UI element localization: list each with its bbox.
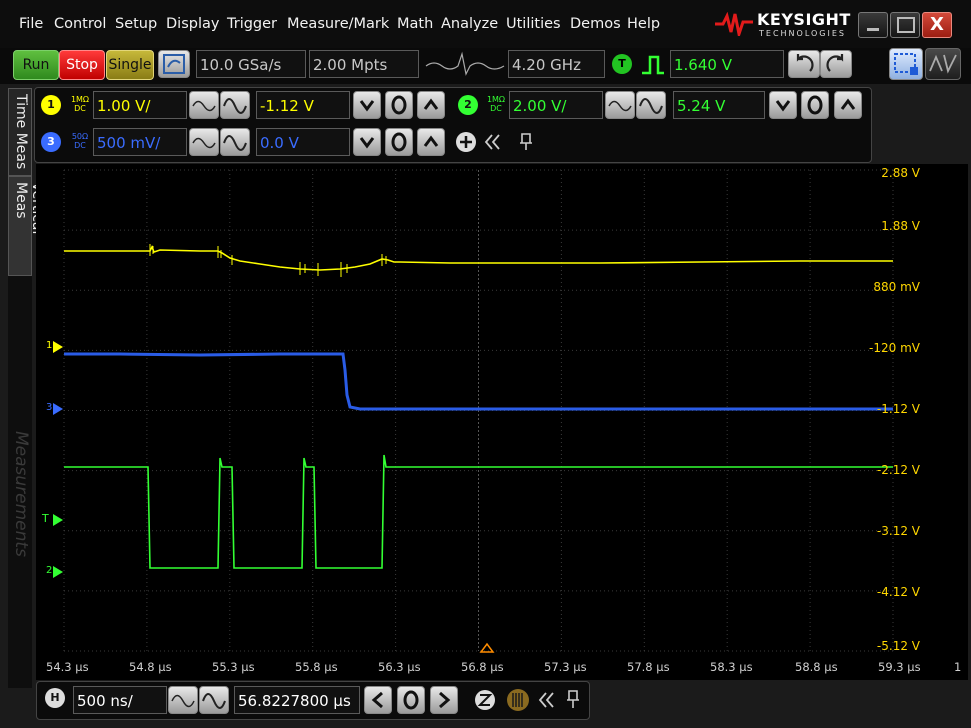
timebase-coarse-button[interactable] bbox=[199, 686, 229, 714]
x-axis-label: 56.3 µs bbox=[378, 660, 421, 674]
y-axis-label: -2.12 V bbox=[876, 463, 920, 477]
collapse-horizontal-icon[interactable] bbox=[536, 688, 558, 712]
x-axis-end-label: 1 bbox=[954, 660, 962, 674]
chevron-right-icon bbox=[439, 691, 451, 709]
y-axis-label: -120 mV bbox=[869, 341, 920, 355]
y-axis-label: -5.12 V bbox=[876, 639, 920, 653]
horizontal-button[interactable]: H bbox=[45, 688, 65, 708]
zoom-icon[interactable] bbox=[473, 688, 497, 712]
chevron-left-icon bbox=[371, 691, 383, 709]
y-axis-label: -4.12 V bbox=[876, 585, 920, 599]
x-axis-label: 59.3 µs bbox=[878, 660, 921, 674]
channel-1-marker-label: 1 bbox=[46, 340, 53, 351]
trigger-level-marker[interactable] bbox=[53, 514, 63, 526]
channel-2-marker-label: 2 bbox=[46, 565, 53, 576]
y-axis-label: -1.12 V bbox=[876, 402, 920, 416]
position-right-button[interactable] bbox=[430, 686, 458, 714]
zero-icon bbox=[403, 690, 419, 710]
x-axis-label: 56.8 µs bbox=[461, 660, 504, 674]
x-axis-label: 54.3 µs bbox=[46, 660, 89, 674]
y-axis-label: 1.88 V bbox=[881, 219, 920, 233]
x-axis-label: 58.8 µs bbox=[795, 660, 838, 674]
position-zero-button[interactable] bbox=[397, 686, 425, 714]
x-axis-label: 57.8 µs bbox=[627, 660, 670, 674]
trigger-marker-label: T bbox=[42, 512, 49, 525]
x-axis-label: 55.8 µs bbox=[295, 660, 338, 674]
sine-large-icon bbox=[202, 693, 226, 709]
timebase-field[interactable]: 500 ns/ bbox=[73, 686, 167, 714]
pin-horizontal-icon[interactable] bbox=[563, 688, 583, 712]
channel-1-noise-bursts bbox=[149, 244, 387, 277]
channel-3-marker-label: 3 bbox=[46, 402, 53, 413]
x-axis-label: 57.3 µs bbox=[544, 660, 587, 674]
channel-2-ground-marker[interactable] bbox=[53, 566, 63, 578]
x-axis-label: 55.3 µs bbox=[212, 660, 255, 674]
channel-3-ground-marker[interactable] bbox=[53, 403, 63, 415]
channel-1-ground-marker[interactable] bbox=[53, 341, 63, 353]
horizontal-position-field[interactable]: 56.8227800 µs bbox=[234, 686, 360, 714]
waveform-canvas bbox=[53, 169, 894, 653]
position-left-button[interactable] bbox=[364, 686, 392, 714]
trigger-time-marker[interactable] bbox=[479, 642, 495, 653]
x-axis-label: 58.3 µs bbox=[710, 660, 753, 674]
timebase-fine-button[interactable] bbox=[168, 686, 198, 714]
x-axis-label: 54.8 µs bbox=[129, 660, 172, 674]
y-axis-label: -3.12 V bbox=[876, 524, 920, 538]
y-axis-label: 880 mV bbox=[873, 280, 920, 294]
y-axis-label: 2.88 V bbox=[881, 166, 920, 180]
sine-small-icon bbox=[171, 694, 195, 708]
horizontal-menu-icon[interactable] bbox=[505, 688, 531, 712]
